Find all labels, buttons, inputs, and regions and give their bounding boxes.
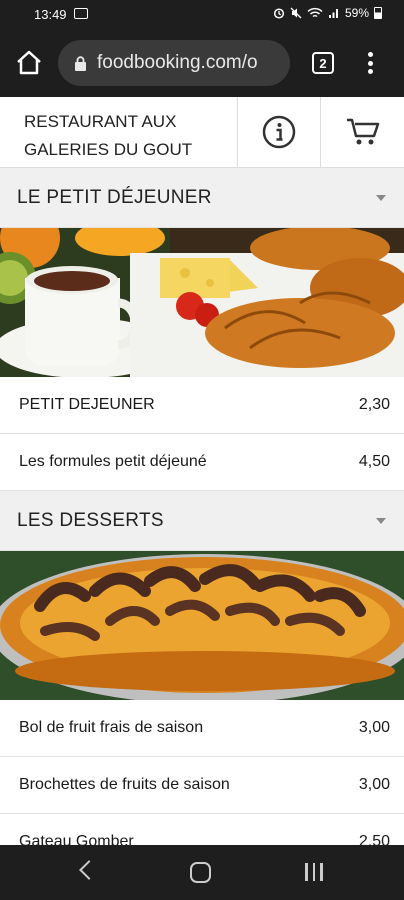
breakfast-image [0, 228, 404, 377]
cart-icon [346, 118, 379, 145]
item-name: Gateau Gomber [19, 833, 134, 845]
home-button-icon[interactable] [190, 862, 211, 883]
status-bar: 13:49 59% [0, 0, 404, 30]
section-header-desserts[interactable]: LES DESSERTS [0, 491, 404, 551]
tab-switcher-button[interactable]: 2 [312, 52, 334, 74]
item-price: 4,50 [358, 453, 390, 470]
wifi-icon [307, 7, 323, 18]
menu-item[interactable]: Bol de fruit frais de saison 3,00 [0, 700, 404, 757]
section-header-breakfast[interactable]: LE PETIT DÉJEUNER [0, 168, 404, 228]
item-name: PETIT DEJEUNER [19, 396, 155, 413]
address-bar[interactable]: foodbooking.com/o [58, 40, 290, 86]
item-price: 2,50 [358, 833, 390, 845]
item-price: 2,30 [358, 396, 390, 413]
battery-icon [374, 7, 382, 19]
item-price: 3,00 [358, 776, 390, 793]
page-content: RESTAURANT AUX GALERIES DU GOUT LE PETIT… [0, 97, 404, 845]
browser-menu-icon[interactable] [362, 50, 378, 76]
status-icons: 59% [273, 6, 382, 20]
section-title: LE PETIT DÉJEUNER [17, 186, 212, 208]
restaurant-title-line2: GALERIES DU GOUT [24, 140, 193, 159]
url-text: foodbooking.com/o [97, 52, 258, 73]
item-price: 3,00 [358, 719, 390, 736]
status-time: 13:49 [34, 7, 67, 22]
menu-item[interactable]: PETIT DEJEUNER 2,30 [0, 377, 404, 434]
info-icon [263, 115, 296, 149]
signal-icon [328, 9, 338, 18]
recent-apps-icon[interactable] [305, 863, 323, 881]
cart-button[interactable] [321, 97, 404, 167]
restaurant-header: RESTAURANT AUX GALERIES DU GOUT [0, 97, 404, 168]
section-title: LES DESSERTS [17, 509, 164, 531]
item-name: Brochettes de fruits de saison [19, 776, 230, 793]
restaurant-title-line1: RESTAURANT AUX [24, 112, 177, 131]
tab-count: 2 [319, 55, 327, 71]
browser-toolbar: foodbooking.com/o 2 [0, 30, 404, 97]
restaurant-title: RESTAURANT AUX GALERIES DU GOUT [0, 97, 239, 167]
item-name: Bol de fruit frais de saison [19, 719, 204, 736]
system-navigation-bar [0, 845, 404, 900]
lock-icon [75, 55, 86, 71]
chevron-down-icon [376, 517, 386, 524]
menu-item[interactable]: Brochettes de fruits de saison 3,00 [0, 757, 404, 814]
menu-item[interactable]: Gateau Gomber 2,50 [0, 814, 404, 845]
item-name: Les formules petit déjeuné [19, 453, 207, 470]
desserts-image [0, 551, 404, 700]
mute-icon [290, 7, 302, 19]
screen-cast-icon [74, 8, 88, 19]
battery-percent: 59% [344, 6, 369, 20]
info-button[interactable] [238, 97, 322, 167]
chevron-down-icon [376, 194, 386, 201]
back-icon[interactable] [79, 860, 99, 880]
menu-item[interactable]: Les formules petit déjeuné 4,50 [0, 434, 404, 491]
home-icon[interactable] [14, 48, 44, 78]
alarm-icon [273, 8, 285, 19]
